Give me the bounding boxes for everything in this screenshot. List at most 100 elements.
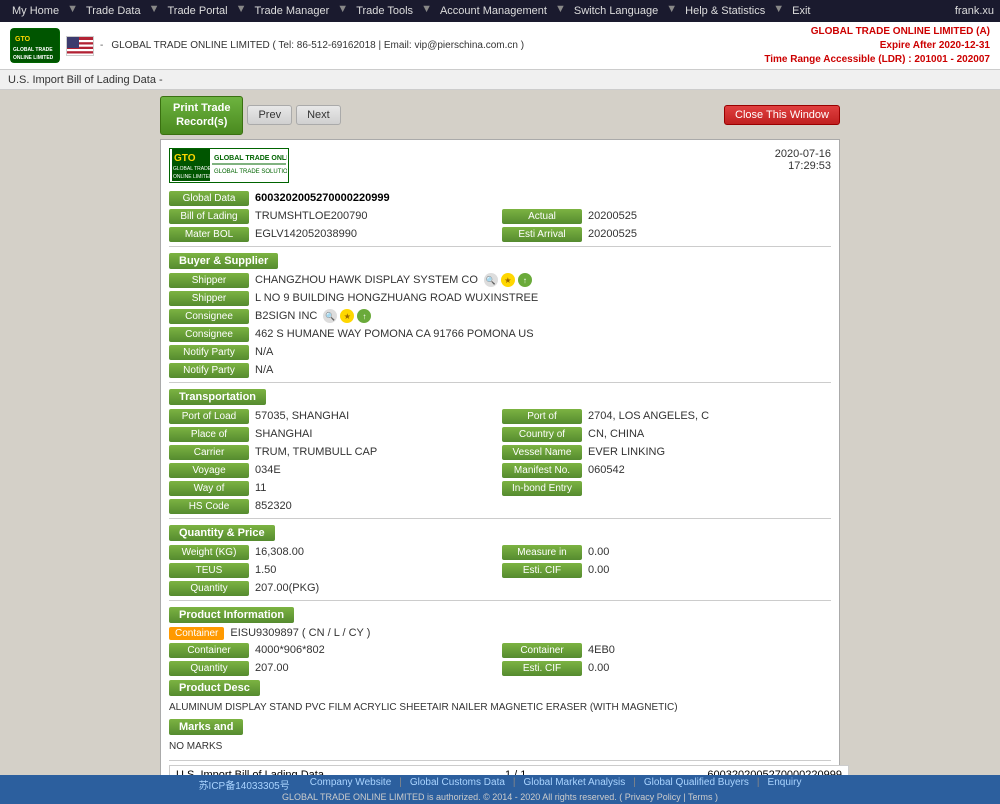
mater-bol-label: Mater BOL [169,227,249,242]
way-inbond-row: Way of 11 In-bond Entry [169,481,831,496]
svg-text:ONLINE LIMITED: ONLINE LIMITED [13,55,54,61]
shipper2-row: Shipper L NO 9 BUILDING HONGZHUANG ROAD … [169,291,831,306]
weight-label: Weight (KG) [169,545,249,560]
footer-link-company[interactable]: Company Website [310,777,392,792]
weight-value: 16,308.00 [255,546,304,558]
container1-value: EISU9309897 ( CN / L / CY ) [230,627,370,639]
shipper1-search-icon[interactable]: 🔍 [484,273,498,287]
port-of-half: Port of 2704, LOS ANGELES, C [502,409,831,424]
way-label: Way of [169,481,249,496]
container2-row: Container 4000*906*802 Container 4EB0 [169,643,831,658]
manifest-value: 060542 [588,464,625,476]
container1-label: Container [169,627,224,640]
svg-text:GLOBAL TRADE ONLINE LIMITED: GLOBAL TRADE ONLINE LIMITED [214,155,287,162]
port-of-value: 2704, LOS ANGELES, C [588,410,709,422]
product-desc-value: ALUMINUM DISPLAY STAND PVC FILM ACRYLIC … [169,700,831,715]
page-footer-label: U.S. Import Bill of Lading Data [176,769,324,775]
port-row: Port of Load 57035, SHANGHAI Port of 270… [169,409,831,424]
vessel-value: EVER LINKING [588,446,665,458]
actual-value: 20200525 [588,210,637,222]
container2-value: 4000*906*802 [255,644,325,656]
consignee1-star-icon[interactable]: ★ [340,309,354,323]
user-info: frank.xu [955,5,994,17]
weight-measure-row: Weight (KG) 16,308.00 Measure in 0.00 [169,545,831,560]
footer-link-buyers[interactable]: Global Qualified Buyers [644,777,749,792]
top-button-bar: Print TradeRecord(s) Prev Next Close Thi… [160,90,840,139]
mater-bol-right: Esti Arrival 20200525 [502,227,831,242]
inbond-half: In-bond Entry [502,481,831,496]
menu-my-home[interactable]: My Home [6,3,65,19]
teus-cif-row: TEUS 1.50 Esti. CIF 0.00 [169,563,831,578]
esti-cif-value: 0.00 [588,564,609,576]
notify1-label: Notify Party [169,345,249,360]
svg-text:GLOBAL TRADE SOLUTIONS: GLOBAL TRADE SOLUTIONS [214,169,287,175]
teus-value: 1.50 [255,564,276,576]
titlebar: U.S. Import Bill of Lading Data - [0,70,1000,90]
buyer-supplier-title: Buyer & Supplier [169,253,278,269]
page-ref: 6003202005270000220999 [707,769,842,775]
way-value: 11 [255,482,266,494]
global-data-row: Global Data 6003202005270000220999 [169,191,831,206]
svg-text:ONLINE LIMITED: ONLINE LIMITED [173,174,213,180]
quantity-label: Quantity [169,581,249,596]
menu-help-statistics[interactable]: Help & Statistics [679,3,771,19]
footer-link-enquiry[interactable]: Enquiry [768,777,802,792]
company-right: GLOBAL TRADE ONLINE LIMITED (A) [764,25,990,39]
mater-bol-value: EGLV142052038990 [255,228,357,240]
notify2-value: N/A [255,364,273,376]
shipper1-star-icon[interactable]: ★ [501,273,515,287]
prod-qty-label: Quantity [169,661,249,676]
footer-link-customs[interactable]: Global Customs Data [410,777,505,792]
shipper1-value: CHANGZHOU HAWK DISPLAY SYSTEM CO [255,274,478,286]
voyage-label: Voyage [169,463,249,478]
svg-text:GTO: GTO [15,36,31,43]
page-number: 1 / 1 [505,769,526,775]
svg-text:GTO: GTO [174,153,196,164]
notify2-label: Notify Party [169,363,249,378]
container2-label: Container [169,643,249,658]
country-label: Country of [502,427,582,442]
bol-label: Bill of Lading [169,209,249,224]
shipper1-label: Shipper [169,273,249,288]
menu-exit[interactable]: Exit [786,3,816,19]
menu-trade-data[interactable]: Trade Data [80,3,147,19]
consignee1-search-icon[interactable]: 🔍 [323,309,337,323]
menu-switch-language[interactable]: Switch Language [568,3,664,19]
menu-trade-portal[interactable]: Trade Portal [161,3,233,19]
teus-half: TEUS 1.50 [169,563,498,578]
port-of-label: Port of [502,409,582,424]
menu-trade-tools[interactable]: Trade Tools [350,3,419,19]
shipper1-arrow-icon[interactable]: ↑ [518,273,532,287]
card-logo: GTO GLOBAL TRADE ONLINE LIMITED GLOBAL T… [169,148,289,183]
manifest-label: Manifest No. [502,463,582,478]
global-data-value: 6003202005270000220999 [255,192,390,204]
consignee1-icons: 🔍 ★ ↑ [323,309,371,323]
quantity-row: Quantity 207.00(PKG) [169,581,831,596]
voyage-manifest-row: Voyage 034E Manifest No. 060542 [169,463,831,478]
print-button[interactable]: Print TradeRecord(s) [160,96,243,135]
footer-link-market[interactable]: Global Market Analysis [524,777,626,792]
menubar: My Home ▼ Trade Data ▼ Trade Portal ▼ Tr… [0,0,1000,22]
carrier-half: Carrier TRUM, TRUMBULL CAP [169,445,498,460]
page-info: U.S. Import Bill of Lading Data 1 / 1 60… [169,765,849,775]
shipper1-icons: 🔍 ★ ↑ [484,273,532,287]
marks-value: NO MARKS [169,739,831,754]
menu-trade-manager[interactable]: Trade Manager [248,3,335,19]
bol-left: Bill of Lading TRUMSHTLOE200790 [169,209,498,224]
prod-cif-value: 0.00 [588,662,609,674]
transportation-header: Transportation [169,389,831,405]
prev-button[interactable]: Prev [247,105,292,125]
consignee1-arrow-icon[interactable]: ↑ [357,309,371,323]
logo-image: GTO GLOBAL TRADE ONLINE LIMITED [10,28,60,63]
close-button[interactable]: Close This Window [724,105,840,125]
port-load-label: Port of Load [169,409,249,424]
measure-label: Measure in [502,545,582,560]
place-label: Place of [169,427,249,442]
measure-value: 0.00 [588,546,609,558]
menu-account-management[interactable]: Account Management [434,3,553,19]
logo: GTO GLOBAL TRADE ONLINE LIMITED - [10,28,103,63]
header: GTO GLOBAL TRADE ONLINE LIMITED - GLOBAL… [0,22,1000,70]
card-logo-box: GTO GLOBAL TRADE ONLINE LIMITED GLOBAL T… [169,148,289,183]
next-button[interactable]: Next [296,105,341,125]
shipper2-value: L NO 9 BUILDING HONGZHUANG ROAD WUXINSTR… [255,292,538,304]
